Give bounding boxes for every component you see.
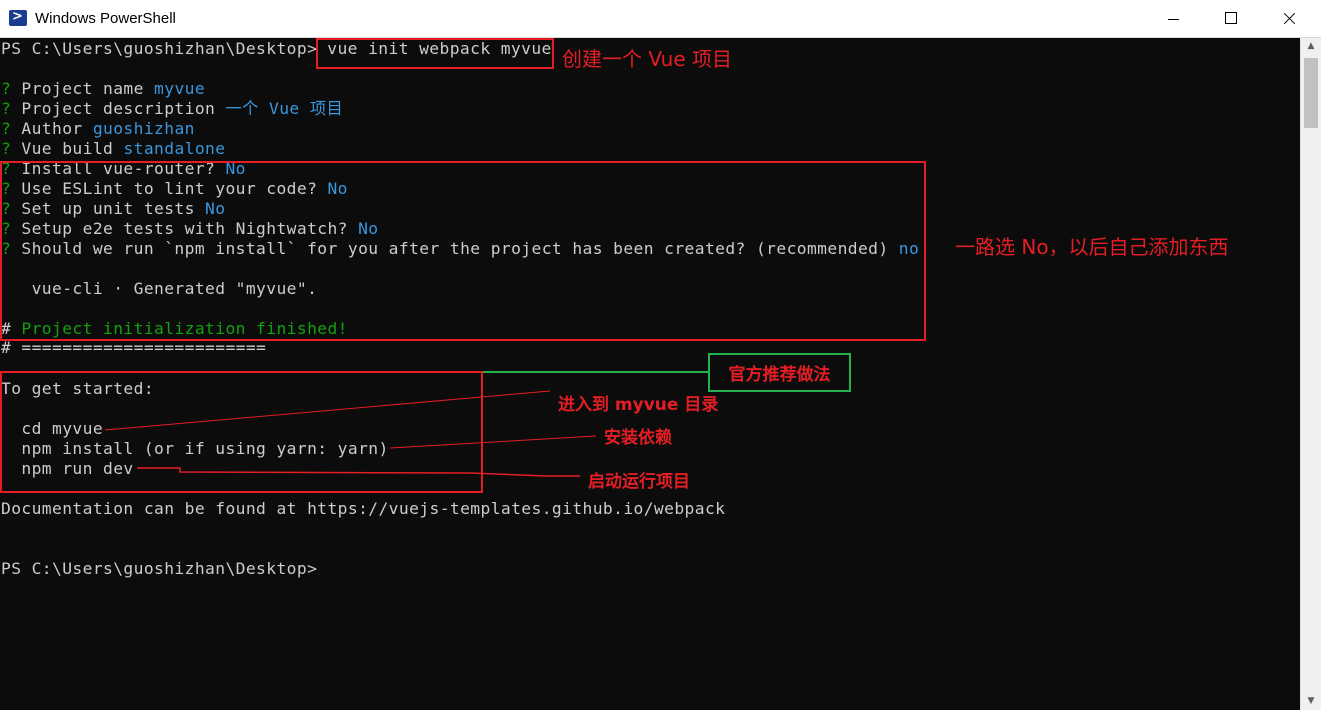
command-highlight-box	[316, 38, 554, 69]
terminal-line: ? Vue build standalone	[1, 139, 226, 158]
close-icon[interactable]	[1260, 0, 1318, 38]
terminal-line: ? Author guoshizhan	[1, 119, 195, 138]
documentation-line: Documentation can be found at https://vu…	[1, 499, 726, 518]
maximize-icon[interactable]	[1202, 0, 1260, 38]
annotation-select-no: 一路选 No，以后自己添加东西	[955, 235, 1229, 259]
annotation-install-deps: 安装依赖	[604, 428, 672, 448]
scroll-up-icon[interactable]: ▲	[1301, 38, 1321, 55]
powershell-icon: >	[9, 9, 27, 26]
final-prompt: PS C:\Users\guoshizhan\Desktop>	[1, 559, 318, 578]
annotation-enter-dir: 进入到 myvue 目录	[558, 395, 719, 415]
commands-highlight-box	[0, 371, 483, 493]
annotation-create-project: 创建一个 Vue 项目	[562, 47, 733, 71]
prompt-path: PS C:\Users\guoshizhan\Desktop>	[1, 39, 318, 58]
annotation-run-project: 启动运行项目	[588, 472, 690, 492]
title-bar: > Windows PowerShell	[0, 0, 1321, 38]
window-title: Windows PowerShell	[35, 10, 176, 27]
minimize-icon[interactable]	[1144, 0, 1202, 38]
terminal-line: ? Project description 一个 Vue 项目	[1, 99, 344, 118]
scrollbar-thumb[interactable]	[1304, 58, 1318, 128]
scroll-down-icon[interactable]: ▼	[1301, 693, 1321, 710]
options-highlight-box	[0, 161, 926, 341]
vertical-scrollbar[interactable]: ▲ ▼	[1300, 38, 1321, 710]
annotation-official-way: 官方推荐做法	[708, 353, 851, 392]
separator-line: # ========================	[1, 338, 267, 357]
terminal-line: ? Project name myvue	[1, 79, 206, 98]
